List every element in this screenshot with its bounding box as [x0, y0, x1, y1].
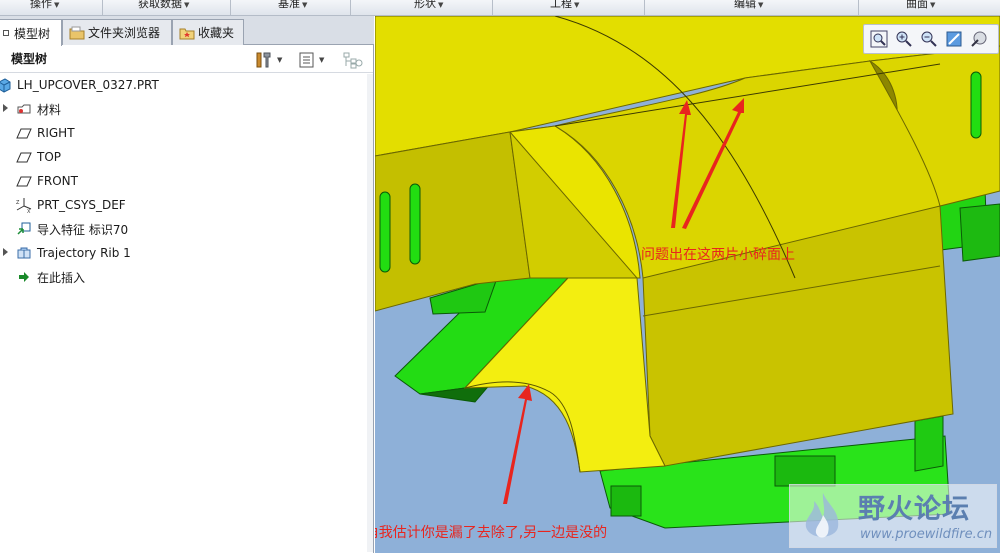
tree-settings-button[interactable]: ▼: [254, 51, 282, 69]
rib-feature-icon: [16, 245, 32, 261]
model-tree-icon: [3, 30, 9, 36]
view-toolbar: [863, 24, 999, 54]
tab-favorites[interactable]: 收藏夹: [172, 19, 244, 45]
datum-plane-icon: [16, 149, 32, 165]
svg-text:X: X: [27, 209, 31, 213]
tree-item-material[interactable]: 材料: [0, 99, 61, 119]
tree-item-front-plane[interactable]: FRONT: [0, 171, 78, 191]
part-model-render: [375, 16, 1000, 529]
tab-model-tree[interactable]: 模型树: [0, 19, 62, 46]
material-icon: [16, 101, 32, 117]
favorites-icon: [179, 26, 195, 40]
datum-plane-icon: [16, 173, 32, 189]
tree-item-top-plane[interactable]: TOP: [0, 147, 61, 167]
folder-icon: [69, 26, 85, 40]
watermark-title: 野火论坛: [858, 494, 970, 525]
tools-icon: [256, 52, 271, 68]
display-style-button[interactable]: [968, 28, 990, 50]
annotation-small-faces: 问题出在这两片小碎面上: [641, 247, 795, 263]
repaint-icon: [946, 31, 962, 47]
ribbon-group-get-data[interactable]: 获取数据 ▼: [138, 0, 189, 15]
zoom-out-icon: [921, 31, 937, 47]
repaint-button[interactable]: [943, 28, 965, 50]
forum-watermark: 野火论坛 www.proewildfire.cn: [789, 484, 997, 548]
navigator-panel: 模型树 文件夹浏览器 收藏夹 模型树 ▼ ▼ LH_UPCOVER_0327.P…: [0, 16, 374, 553]
zoom-out-button[interactable]: [918, 28, 940, 50]
tree-item-insert-here[interactable]: 在此插入: [0, 267, 85, 287]
zoom-fit-button[interactable]: [868, 28, 890, 50]
watermark-url: www.proewildfire.cn: [860, 527, 993, 542]
ribbon-group-datum[interactable]: 基准 ▼: [278, 0, 307, 15]
ribbon-group-engineering[interactable]: 工程 ▼: [550, 0, 579, 15]
tree-filter-button[interactable]: [342, 51, 364, 69]
graphics-viewport[interactable]: 问题出在这两片小碎面上 这里R角我估计你是漏了去除了,另一边是没的 野火论坛 w…: [375, 16, 1000, 553]
ribbon-group-operations[interactable]: 操作 ▼: [30, 0, 59, 15]
tree-item-trajectory-rib[interactable]: Trajectory Rib 1: [0, 243, 131, 263]
list-icon: [299, 52, 314, 68]
datum-plane-icon: [16, 125, 32, 141]
insert-here-arrow-icon: [16, 269, 32, 285]
chevron-down-icon: ▼: [319, 56, 325, 64]
tree-item-part[interactable]: LH_UPCOVER_0327.PRT: [0, 75, 159, 95]
zoom-in-icon: [896, 31, 912, 47]
tree-scrollbar[interactable]: [367, 74, 373, 552]
tree-item-csys[interactable]: ZX PRT_CSYS_DEF: [0, 195, 126, 215]
tree-item-right-plane[interactable]: RIGHT: [0, 123, 75, 143]
chevron-down-icon: ▼: [277, 56, 283, 64]
part-icon: [0, 77, 12, 93]
svg-text:Z: Z: [16, 200, 20, 206]
ribbon-group-edit[interactable]: 编辑 ▼: [734, 0, 763, 15]
filter-tree-icon: [343, 52, 363, 69]
ribbon-group-shapes[interactable]: 形状 ▼: [414, 0, 443, 15]
model-tree-header: 模型树 ▼ ▼: [0, 45, 373, 73]
shading-sphere-icon: [971, 31, 987, 47]
navigator-tabs: 模型树 文件夹浏览器 收藏夹: [0, 16, 374, 46]
expand-arrow-icon[interactable]: [3, 248, 8, 256]
annotation-fillet-corner: 这里R角我估计你是漏了去除了,另一边是没的: [375, 525, 608, 541]
import-feature-icon: [16, 221, 32, 237]
tab-folder-browser[interactable]: 文件夹浏览器: [62, 19, 172, 45]
ribbon-group-header: 操作 ▼ 获取数据 ▼ 基准 ▼ 形状 ▼ 工程 ▼ 编辑 ▼ 曲面 ▼: [0, 0, 1000, 16]
tree-show-button[interactable]: ▼: [298, 51, 324, 69]
ribbon-group-surfaces[interactable]: 曲面 ▼: [906, 0, 935, 15]
coordinate-system-icon: ZX: [16, 197, 32, 215]
tree-item-import-feature[interactable]: 导入特征 标识70: [0, 219, 128, 239]
flame-logo-icon: [805, 493, 839, 538]
expand-arrow-icon[interactable]: [3, 104, 8, 112]
zoom-in-button[interactable]: [893, 28, 915, 50]
zoom-fit-icon: [870, 30, 888, 48]
